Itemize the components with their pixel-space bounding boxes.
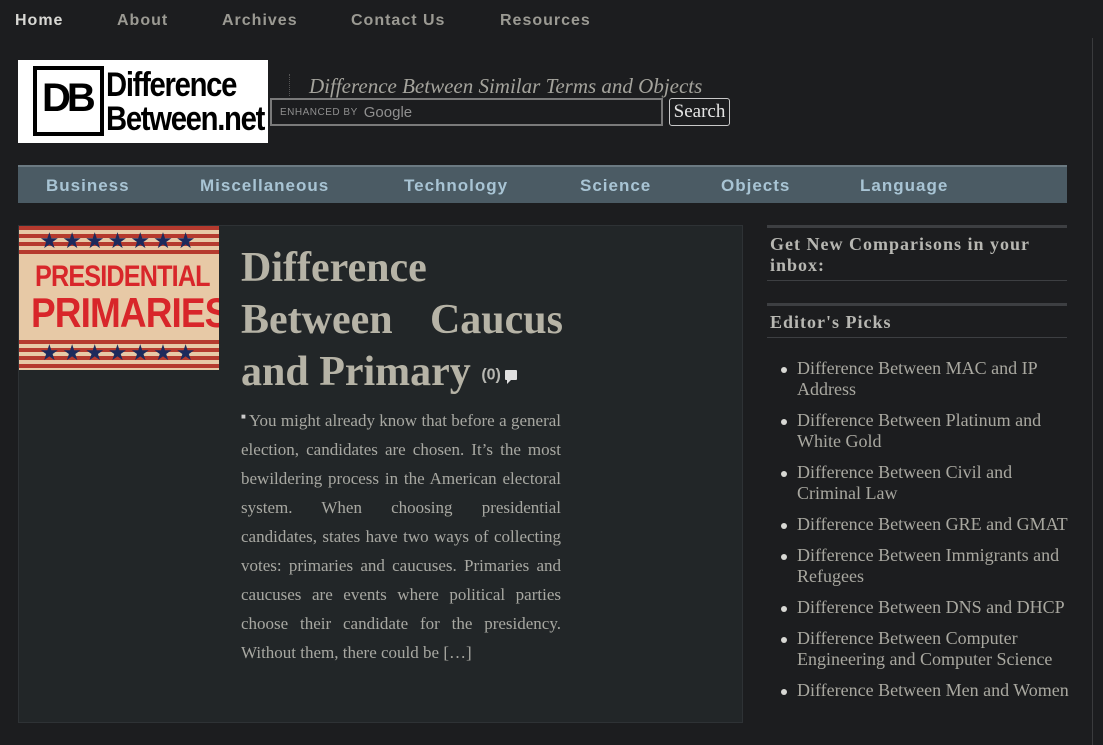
list-item[interactable]: Difference Between DNS and DHCP (780, 597, 1070, 618)
newsletter-widget-title: Get New Comparisons in your inbox: (767, 225, 1067, 281)
search-button[interactable]: Search (669, 98, 730, 126)
enhanced-by-label: ENHANCED BY (280, 106, 358, 118)
list-item[interactable]: Difference Between Men and Women (780, 680, 1070, 701)
search-input[interactable]: ENHANCED BY Google (270, 98, 663, 126)
stars-icon: ★★★★★★★ (39, 340, 199, 365)
category-technology[interactable]: Technology (404, 176, 508, 196)
list-item[interactable]: Difference Between Computer Engineering … (780, 628, 1070, 670)
category-nav: Business Miscellaneous Technology Scienc… (18, 165, 1067, 203)
logo-text-line1: Difference (106, 66, 237, 104)
list-item[interactable]: Difference Between MAC and IP Address (780, 358, 1070, 400)
thumbnail-text-primaries: PRIMARIES (31, 289, 219, 336)
site-logo[interactable]: DB Difference Between.net (18, 60, 268, 143)
article-excerpt: ■ You might already know that before a ge… (241, 411, 561, 662)
thumbnail-text-presidential: PRESIDENTIAL (35, 260, 211, 293)
article-card: ★★★★★★★ ★★★★★★★ PRESIDENTIAL PRIMARIES D… (18, 225, 743, 723)
bullet-icon: ■ (241, 412, 246, 421)
nav-about[interactable]: About (117, 12, 168, 30)
top-nav: Home About Archives Contact Us Resources (0, 0, 1103, 42)
editors-picks-title: Editor's Picks (767, 303, 1067, 338)
nav-resources[interactable]: Resources (500, 12, 591, 30)
tagline-separator (289, 74, 290, 96)
article-title[interactable]: Difference Between Caucus and Primary (0… (241, 242, 563, 401)
category-language[interactable]: Language (860, 176, 948, 196)
google-logo: Google (363, 103, 413, 121)
nav-home[interactable]: Home (15, 12, 63, 30)
site-tagline: Difference Between Similar Terms and Obj… (309, 74, 703, 98)
list-item[interactable]: Difference Between Immigrants and Refuge… (780, 545, 1070, 587)
logo-text-line2: Between.net (106, 100, 265, 138)
nav-contact-us[interactable]: Contact Us (351, 12, 445, 30)
editors-picks-list: Difference Between MAC and IP Address Di… (780, 358, 1070, 711)
article-thumbnail[interactable]: ★★★★★★★ ★★★★★★★ PRESIDENTIAL PRIMARIES (19, 226, 219, 370)
comment-icon (504, 370, 517, 385)
category-miscellaneous[interactable]: Miscellaneous (200, 176, 329, 196)
list-item[interactable]: Difference Between Platinum and White Go… (780, 410, 1070, 452)
logo-mark: DB (33, 66, 104, 136)
page-divider (1092, 38, 1093, 745)
list-item[interactable]: Difference Between Civil and Criminal La… (780, 462, 1070, 504)
nav-archives[interactable]: Archives (222, 12, 298, 30)
stars-icon: ★★★★★★★ (39, 228, 199, 253)
list-item[interactable]: Difference Between GRE and GMAT (780, 514, 1070, 535)
category-science[interactable]: Science (580, 176, 651, 196)
comment-count[interactable]: (0) (481, 366, 501, 383)
category-business[interactable]: Business (46, 176, 130, 196)
category-objects[interactable]: Objects (721, 176, 790, 196)
